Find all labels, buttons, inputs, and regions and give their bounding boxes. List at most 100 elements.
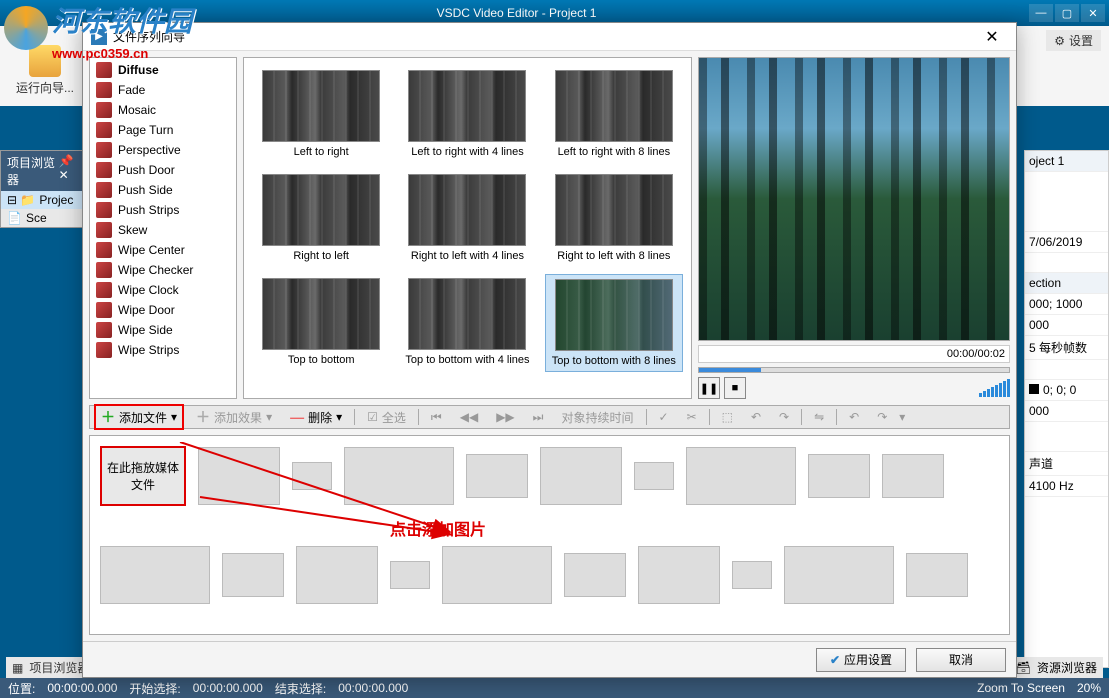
check-icon[interactable]: ✓ (653, 408, 675, 426)
transition-thumbnail[interactable]: Left to right with 4 lines (398, 66, 536, 162)
db-icon: 🗃 (1016, 661, 1031, 675)
thumbnail-image (555, 70, 673, 142)
rotate-right-icon[interactable]: ↷ (773, 408, 795, 426)
media-placeholder[interactable] (882, 454, 944, 498)
transition-thumbnail[interactable]: Right to left with 4 lines (398, 170, 536, 266)
prop-audio-channels: 声道 (1025, 452, 1108, 476)
transition-thumbnail[interactable]: Right to left (252, 170, 390, 266)
transition-thumbnail[interactable]: Top to bottom with 8 lines (545, 274, 683, 372)
transition-list[interactable]: DiffuseFadeMosaicPage TurnPerspectivePus… (89, 57, 237, 399)
select-all-button[interactable]: ☑ 全选 (361, 407, 412, 428)
transition-item[interactable]: Fade (92, 80, 234, 100)
media-placeholder[interactable] (784, 546, 894, 604)
redo-icon[interactable]: ↷ (871, 408, 893, 426)
transition-item[interactable]: Push Side (92, 180, 234, 200)
transition-item[interactable]: Page Turn (92, 120, 234, 140)
transition-thumbnail[interactable]: Right to left with 8 lines (545, 170, 683, 266)
preview-progress[interactable] (698, 367, 1010, 373)
drop-target[interactable]: 在此拖放媒体文件 (100, 446, 186, 506)
flip-h-icon[interactable]: ⇋ (808, 408, 830, 426)
media-placeholder[interactable] (292, 462, 332, 490)
media-placeholder[interactable] (906, 553, 968, 597)
media-placeholder[interactable] (686, 447, 796, 505)
maximize-button[interactable]: ▢ (1055, 4, 1079, 22)
duration-button[interactable]: 对象持续时间 (555, 407, 639, 428)
apply-button[interactable]: ✔ 应用设置 (816, 648, 906, 672)
transition-thumbnail[interactable]: Top to bottom with 4 lines (398, 274, 536, 372)
thumbnail-image (408, 278, 526, 350)
media-placeholder[interactable] (296, 546, 378, 604)
transition-item[interactable]: Wipe Side (92, 320, 234, 340)
align-icon[interactable]: ⬚ (716, 408, 739, 426)
transition-item[interactable]: Mosaic (92, 100, 234, 120)
transition-item[interactable]: Wipe Checker (92, 260, 234, 280)
gear-icon: ⚙ (1054, 34, 1065, 48)
media-placeholder[interactable] (634, 462, 674, 490)
stop-button[interactable]: ■ (724, 377, 746, 399)
transition-item[interactable]: Wipe Door (92, 300, 234, 320)
media-drop-area[interactable]: 在此拖放媒体文件 点击添加图片 (89, 435, 1010, 635)
transition-item[interactable]: Perspective (92, 140, 234, 160)
media-placeholder[interactable] (390, 561, 430, 589)
transition-item[interactable]: Wipe Strips (92, 340, 234, 360)
last-button[interactable]: ⏭ (527, 408, 550, 427)
dropdown-icon: ▾ (171, 410, 177, 424)
media-placeholder[interactable] (808, 454, 870, 498)
delete-button[interactable]: — 删除 ▾ (284, 407, 348, 428)
grid-icon: ▦ (12, 661, 23, 675)
thumbnail-image (262, 174, 380, 246)
media-placeholder[interactable] (344, 447, 454, 505)
media-placeholder[interactable] (564, 553, 626, 597)
thumbnail-image (408, 70, 526, 142)
prev-button[interactable]: ◀◀ (454, 408, 484, 426)
minus-icon: — (290, 409, 304, 425)
transition-thumbnail[interactable]: Left to right with 8 lines (545, 66, 683, 162)
add-effect-button[interactable]: ＋ 添加效果 ▾ (190, 405, 278, 429)
properties-panel: oject 1 7/06/2019 ection 000; 1000 000 5… (1024, 150, 1109, 668)
resource-browser-tab[interactable]: 🗃 资源浏览器 (1010, 657, 1103, 678)
thumbnail-image (555, 279, 673, 351)
dropdown-icon: ▾ (899, 410, 905, 424)
transition-item[interactable]: Wipe Center (92, 240, 234, 260)
cancel-button[interactable]: 取消 (916, 648, 1006, 672)
checkbox-icon: ☑ (367, 410, 378, 424)
media-placeholder[interactable] (222, 553, 284, 597)
next-button[interactable]: ▶▶ (490, 408, 520, 426)
add-files-button[interactable]: ＋ 添加文件 ▾ (94, 404, 184, 430)
prop-section[interactable]: ection (1025, 273, 1108, 294)
settings-link[interactable]: ⚙ 设置 (1046, 30, 1101, 51)
transition-item[interactable]: Push Strips (92, 200, 234, 220)
media-placeholder[interactable] (198, 447, 280, 505)
rotate-left-icon[interactable]: ↶ (745, 408, 767, 426)
media-placeholder[interactable] (100, 546, 210, 604)
transition-item[interactable]: Wipe Clock (92, 280, 234, 300)
transition-item[interactable]: Skew (92, 220, 234, 240)
minimize-button[interactable]: — (1029, 4, 1053, 22)
tree-item-scene[interactable]: 📄Sce (1, 209, 89, 227)
media-placeholder[interactable] (442, 546, 552, 604)
media-placeholder[interactable] (732, 561, 772, 589)
transition-item[interactable]: Diffuse (92, 60, 234, 80)
dialog-titlebar: ▶ 文件序列向导 ✕ (83, 23, 1016, 51)
undo-icon[interactable]: ↶ (843, 408, 865, 426)
volume-indicator[interactable] (979, 379, 1010, 397)
transition-thumbnail-grid[interactable]: Left to rightLeft to right with 4 linesL… (243, 57, 692, 399)
preview-viewport (698, 57, 1010, 341)
tree-item-project[interactable]: ⊟ 📁Projec (1, 191, 89, 209)
close-button[interactable]: ✕ (1081, 4, 1105, 22)
transition-thumbnail[interactable]: Left to right (252, 66, 390, 162)
pin-icon[interactable]: 📌 ✕ (59, 154, 83, 188)
pause-button[interactable]: ❚❚ (698, 377, 720, 399)
media-placeholder[interactable] (466, 454, 528, 498)
first-button[interactable]: ⏮ (425, 408, 448, 427)
media-placeholder[interactable] (540, 447, 622, 505)
transition-icon (96, 222, 112, 238)
run-wizard-button[interactable]: 运行向导... (8, 41, 82, 100)
media-placeholder[interactable] (638, 546, 720, 604)
statusbar: 位置: 00:00:00.000 开始选择: 00:00:00.000 结束选择… (0, 678, 1109, 698)
transition-thumbnail[interactable]: Top to bottom (252, 274, 390, 372)
transition-icon (96, 122, 112, 138)
crop-icon[interactable]: ✂ (681, 408, 703, 426)
transition-item[interactable]: Push Door (92, 160, 234, 180)
dialog-close-button[interactable]: ✕ (976, 27, 1008, 47)
